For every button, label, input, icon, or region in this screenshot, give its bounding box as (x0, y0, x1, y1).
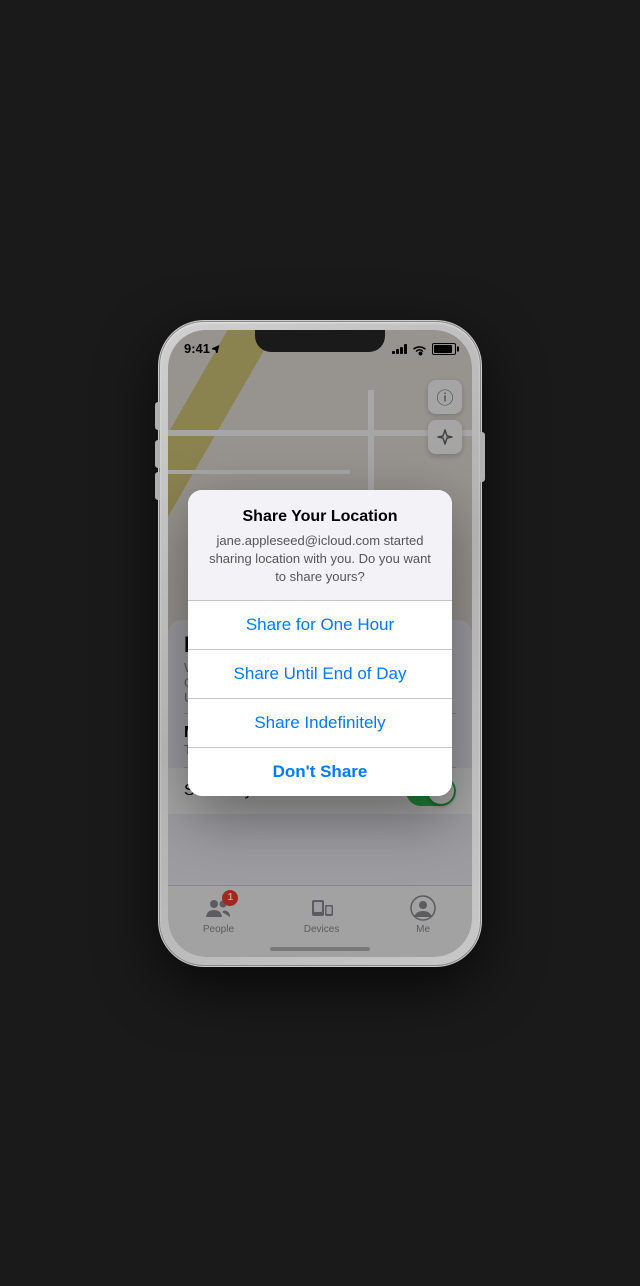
share-indefinitely-button[interactable]: Share Indefinitely (188, 699, 452, 748)
status-icons (392, 343, 456, 355)
share-one-hour-button[interactable]: Share for One Hour (188, 601, 452, 650)
phone-frame: 9:41 (160, 322, 480, 965)
location-arrow-icon (212, 344, 221, 353)
share-end-of-day-button[interactable]: Share Until End of Day (188, 650, 452, 699)
home-indicator (270, 947, 370, 951)
time-display: 9:41 (184, 341, 210, 356)
dont-share-button[interactable]: Don't Share (188, 748, 452, 796)
phone-screen: 9:41 (168, 330, 472, 957)
dialog-title: Share Your Location (208, 508, 432, 526)
status-time: 9:41 (184, 341, 221, 356)
share-location-dialog: Share Your Location jane.appleseed@iclou… (188, 490, 452, 797)
dialog-message: jane.appleseed@icloud.com started sharin… (208, 532, 432, 587)
wifi-icon (412, 343, 427, 354)
notch (255, 330, 385, 352)
signal-icon (392, 343, 407, 354)
dialog-buttons: Share for One Hour Share Until End of Da… (188, 600, 452, 796)
battery-icon (432, 343, 456, 355)
dialog-header: Share Your Location jane.appleseed@iclou… (188, 490, 452, 601)
dialog-overlay: Share Your Location jane.appleseed@iclou… (168, 330, 472, 957)
